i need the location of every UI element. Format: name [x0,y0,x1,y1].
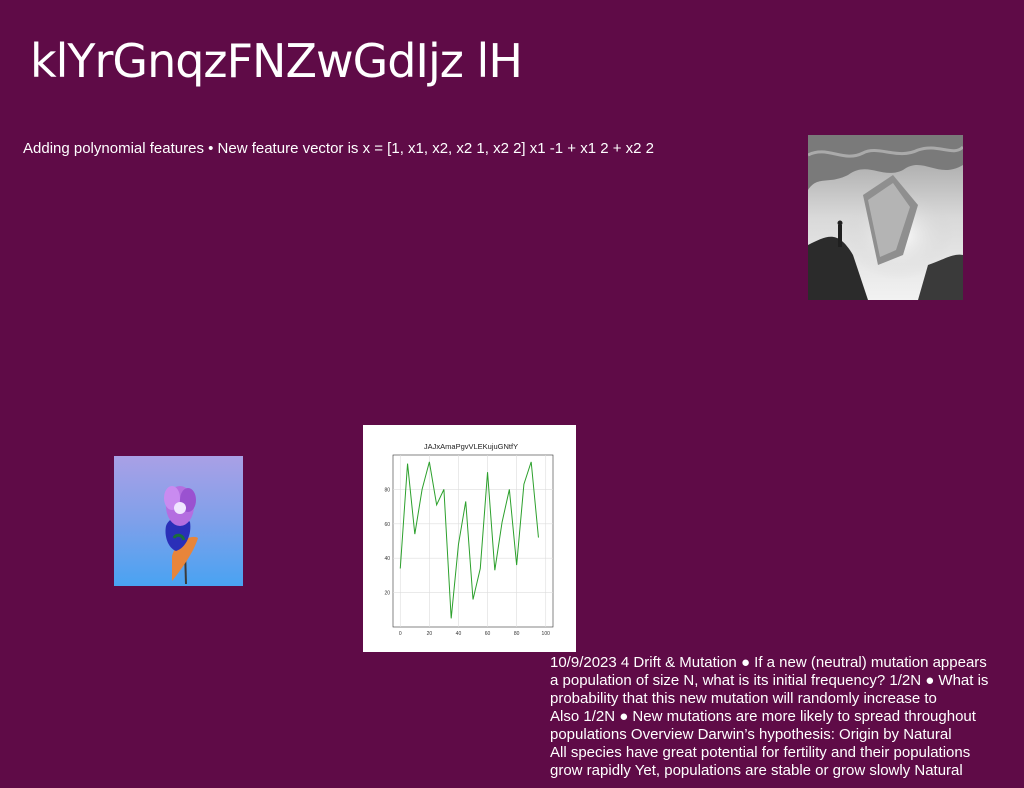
x-tick-label: 0 [399,631,402,637]
body-line: a population of size N, what is its init… [550,672,989,689]
body-line: 10/9/2023 4 Drift & Mutation ● If a new … [550,654,987,671]
body-text: 10/9/2023 4 Drift & Mutation ● If a new … [550,654,1024,788]
y-tick-label: 80 [384,487,390,493]
x-tick-label: 100 [542,631,551,637]
y-tick-label: 20 [384,591,390,597]
ice-cave-photo [807,135,965,300]
body-line: grow rapidly Yet, populations are stable… [550,762,963,779]
slide-title: klYrGnqzFNZwGdIjz lH [30,34,523,88]
body-line: probability that this new mutation will … [550,690,937,707]
body-line: populations Overview Darwin’s hypothesis… [550,726,952,743]
subtitle-text: Adding polynomial features • New feature… [23,140,654,157]
line-chart: JAJxAmaPgvVLEKujuGNtfY 20 40 60 80 0 20 40 60 80… [363,425,576,652]
x-tick-label: 40 [456,631,462,637]
chart-plot-area [392,454,554,628]
x-tick-label: 20 [427,631,433,637]
x-tick-label: 80 [514,631,520,637]
body-line: Also 1/2N ● New mutations are more likel… [550,708,976,725]
y-tick-label: 60 [384,522,390,528]
x-tick-label: 60 [485,631,491,637]
y-tick-label: 40 [384,556,390,562]
body-line: All species have great potential for fer… [550,744,971,761]
flower-photo [114,456,243,586]
chart-title: JAJxAmaPgvVLEKujuGNtfY [424,442,518,451]
